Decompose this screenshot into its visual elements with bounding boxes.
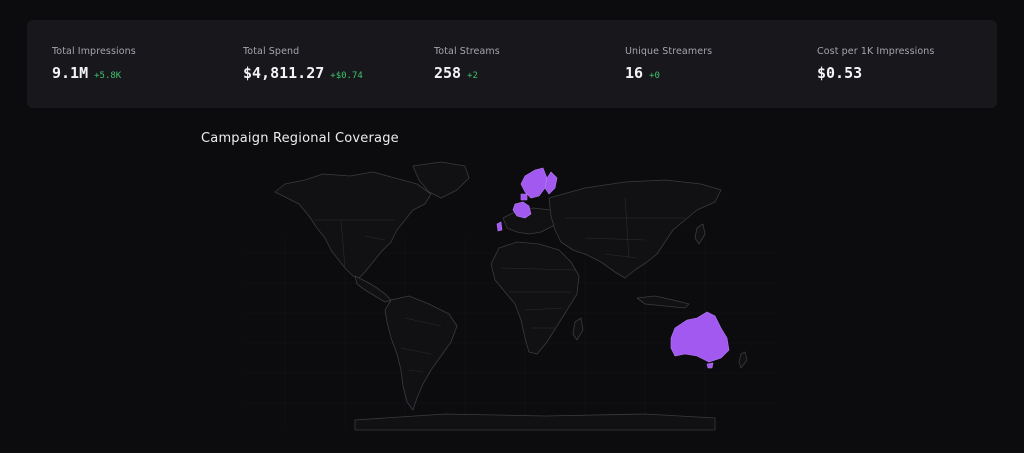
stat-value: 16 xyxy=(625,64,644,82)
stat-label: Total Spend xyxy=(243,46,300,57)
region-south-america[interactable] xyxy=(384,295,458,411)
region-africa[interactable] xyxy=(490,241,580,355)
region-australia[interactable] xyxy=(670,311,730,363)
stat-label: Unique Streamers xyxy=(625,46,713,57)
region-north-america[interactable] xyxy=(274,171,432,279)
stat-value: 9.1M xyxy=(52,64,89,82)
region-japan[interactable] xyxy=(694,223,706,245)
world-map[interactable] xyxy=(245,158,775,440)
stat-value: 258 xyxy=(434,64,462,82)
stat-label: Total Impressions xyxy=(52,46,136,57)
region-norway-sweden[interactable] xyxy=(520,167,548,199)
region-madagascar[interactable] xyxy=(572,317,584,341)
region-central-america[interactable] xyxy=(354,275,392,303)
region-new-zealand[interactable] xyxy=(738,351,748,369)
stat-value: $0.53 xyxy=(817,64,863,82)
stat-delta: +0 xyxy=(649,71,660,81)
region-finland[interactable] xyxy=(544,171,558,195)
region-asia[interactable] xyxy=(548,179,722,279)
region-denmark[interactable] xyxy=(520,193,528,201)
region-tasmania[interactable] xyxy=(706,362,714,369)
stats-bar: Total Impressions 9.1M +5.8K Total Spend… xyxy=(27,20,997,108)
region-antarctica[interactable] xyxy=(354,413,716,431)
stat-label: Cost per 1K Impressions xyxy=(817,46,935,57)
stat-delta: +2 xyxy=(467,71,478,81)
stat-delta: +$0.74 xyxy=(330,71,363,81)
region-portugal[interactable] xyxy=(496,221,503,232)
stat-value: $4,811.27 xyxy=(243,64,325,82)
map-title: Campaign Regional Coverage xyxy=(201,131,399,146)
world-map-svg xyxy=(245,161,775,431)
stat-delta: +5.8K xyxy=(94,71,122,81)
stat-label: Total Streams xyxy=(434,46,500,57)
